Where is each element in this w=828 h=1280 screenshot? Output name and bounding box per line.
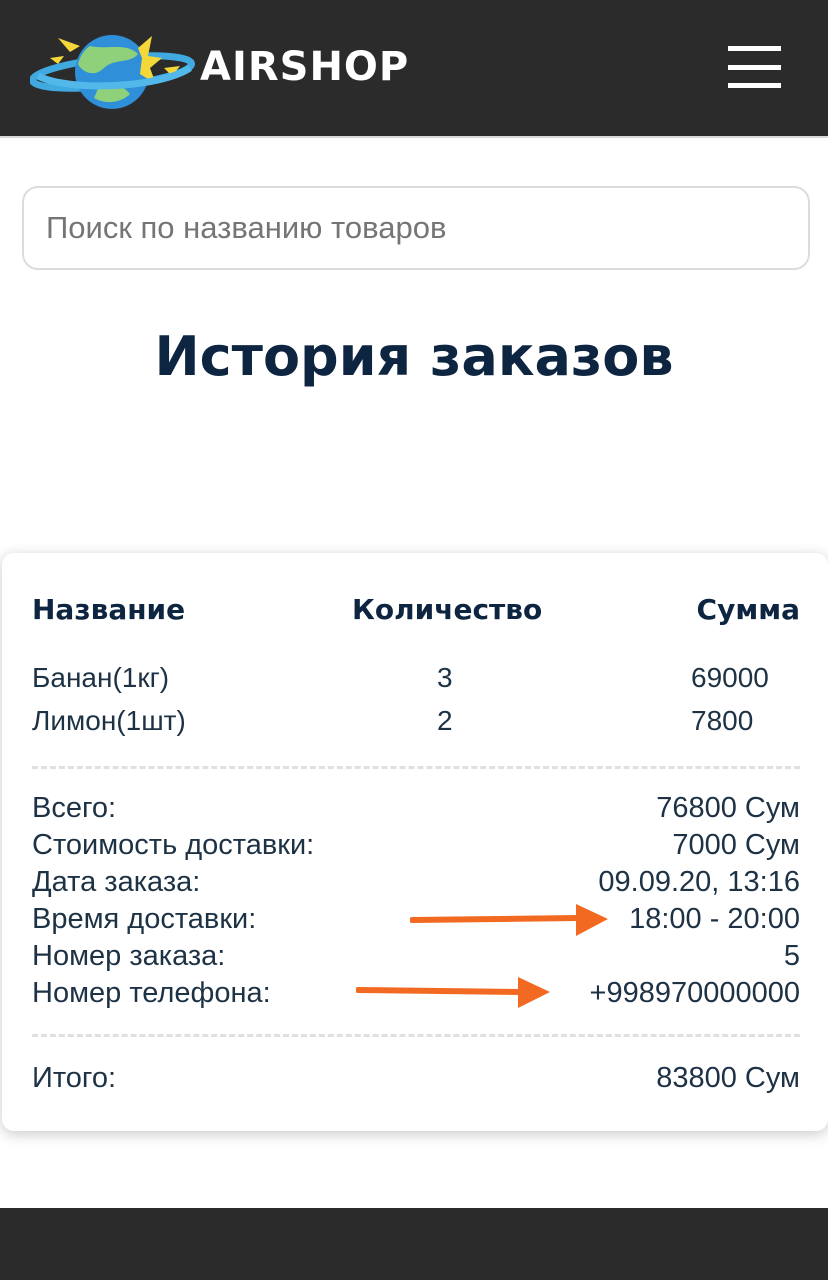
total-label: Итого: [32,1062,117,1094]
column-header-quantity: Количество [352,593,543,626]
subtotal-value: 76800 Сум [656,792,800,824]
page-footer [0,1208,828,1280]
dashed-divider [32,766,800,769]
item-sum: 69000 [691,662,769,693]
order-number-label: Номер заказа: [32,940,226,972]
phone-number-label: Номер телефона: [32,977,271,1009]
annotation-arrow-icon [356,977,550,1008]
subtotal-label: Всего: [32,792,117,824]
search-input[interactable] [22,186,810,270]
menu-bar [728,46,781,51]
dashed-divider [32,1034,800,1037]
total-value: 83800 Сум [656,1062,800,1094]
page-title: История заказов [154,325,674,388]
item-sum: 7800 [691,705,754,736]
item-name: Банан(1кг) [32,662,170,693]
order-date-label: Дата заказа: [32,866,201,898]
item-quantity: 2 [437,705,453,736]
phone-number-value: +998970000000 [589,977,800,1009]
delivery-cost-label: Стоимость доставки: [32,829,315,861]
delivery-cost-value: 7000 Сум [672,829,800,861]
order-date-value: 09.09.20, 13:16 [598,866,800,898]
annotation-arrow-icon [410,904,608,936]
order-number-value: 5 [783,940,800,972]
brand-name[interactable]: AIRSHOP [200,41,409,93]
delivery-time-value: 18:00 - 20:00 [629,903,800,935]
item-quantity: 3 [437,662,453,693]
menu-bar [728,65,781,70]
menu-bar [728,83,781,88]
item-name: Лимон(1шт) [32,705,186,736]
top-navbar: AIRSHOP [0,0,828,138]
planet-logo-icon[interactable] [30,28,196,114]
column-header-sum: Сумма [696,593,800,626]
delivery-time-label: Время доставки: [32,903,257,935]
hamburger-menu-icon[interactable] [718,40,788,96]
column-header-name: Название [32,593,186,626]
